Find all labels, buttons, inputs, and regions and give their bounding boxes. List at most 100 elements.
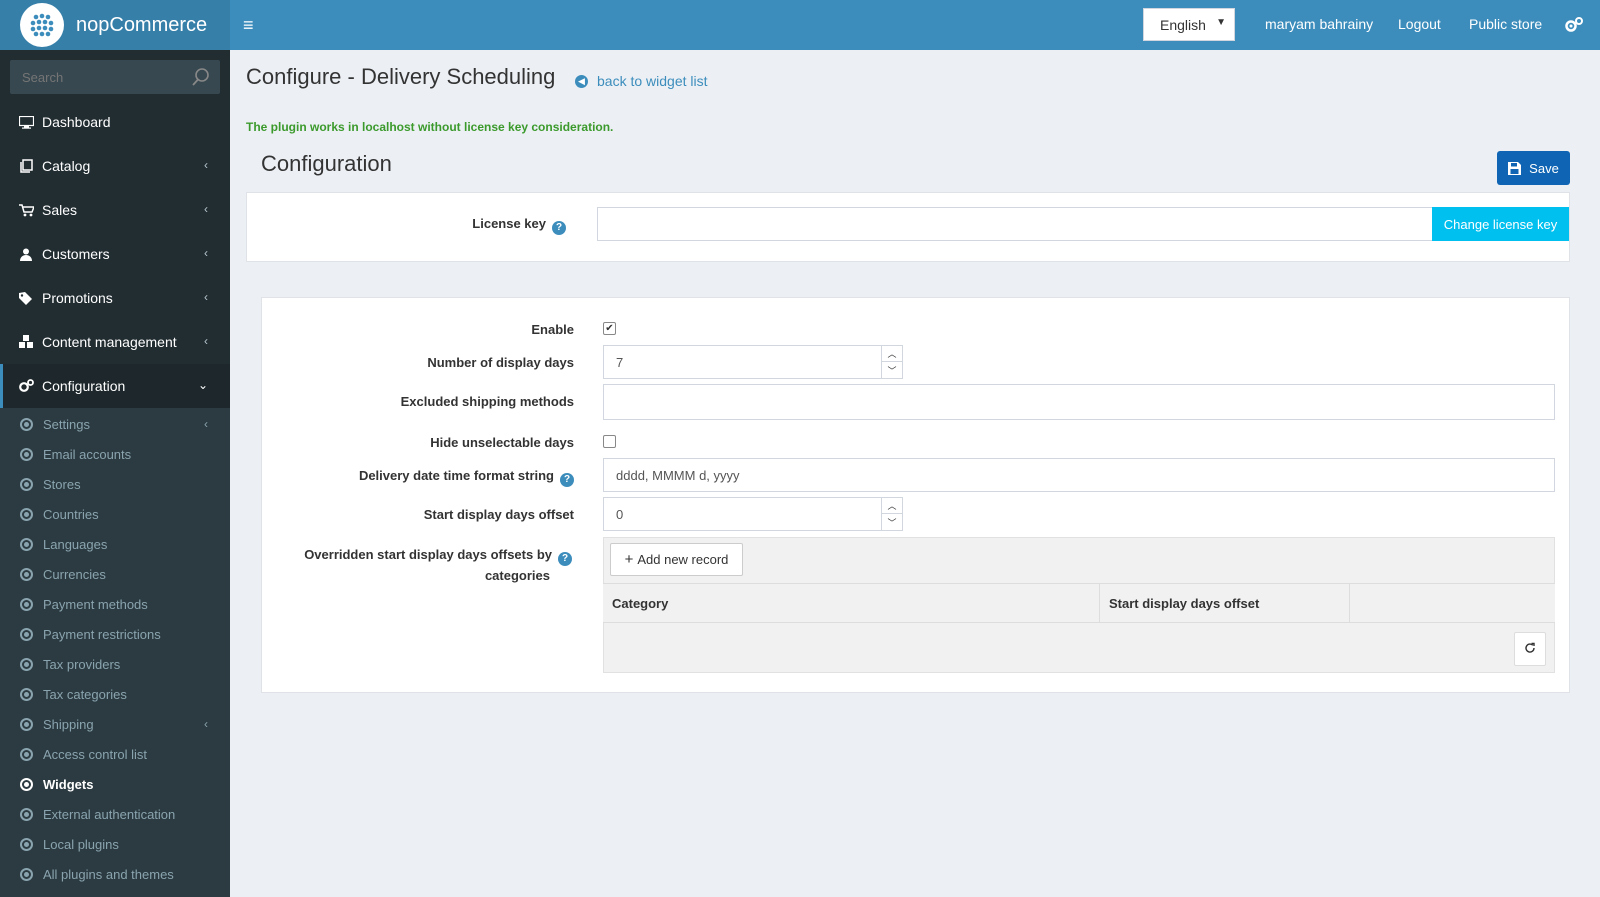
- plus-icon: +: [624, 551, 634, 568]
- logout-link[interactable]: Logout: [1398, 16, 1441, 32]
- sidebar-subitem-settings[interactable]: Settings ‹: [0, 409, 230, 439]
- circle-icon: [20, 867, 33, 881]
- format-string-input[interactable]: [603, 458, 1555, 492]
- sidebar-subitem-widgets[interactable]: Widgets: [0, 769, 230, 799]
- column-header-category[interactable]: Category: [603, 584, 1100, 622]
- chevron-up-icon[interactable]: ︿: [882, 346, 902, 362]
- subitem-label: Currencies: [43, 566, 106, 582]
- start-offset-label: Start display days offset: [423, 507, 574, 522]
- subitem-label: Payment methods: [43, 596, 148, 612]
- gears-icon[interactable]: [1564, 16, 1584, 34]
- configuration-title: Configuration: [261, 151, 392, 176]
- sidebar-item-dashboard[interactable]: Dashboard: [0, 100, 230, 144]
- help-icon[interactable]: ?: [558, 552, 572, 566]
- sidebar-toggle-icon[interactable]: ≡: [243, 15, 259, 35]
- enable-checkbox[interactable]: ✔: [603, 322, 616, 335]
- column-header-start-offset[interactable]: Start display days offset: [1100, 584, 1350, 622]
- back-link-label: back to widget list: [597, 73, 708, 89]
- excluded-shipping-input[interactable]: [603, 384, 1555, 420]
- language-select[interactable]: English ▼: [1143, 8, 1235, 41]
- format-string-label: Delivery date time format string?: [300, 468, 574, 487]
- sidebar-item-label: Sales: [42, 202, 78, 218]
- sidebar-subitem-external-authentication[interactable]: External authentication: [0, 799, 230, 829]
- change-license-key-button[interactable]: Change license key: [1432, 207, 1569, 241]
- sidebar-subitem-stores[interactable]: Stores: [0, 469, 230, 499]
- sidebar-subitem-payment-restrictions[interactable]: Payment restrictions: [0, 619, 230, 649]
- user-icon: [18, 246, 34, 262]
- refresh-button[interactable]: [1514, 632, 1546, 666]
- start-offset-input[interactable]: [603, 497, 882, 531]
- save-button[interactable]: Save: [1497, 151, 1570, 185]
- circle-icon: [20, 717, 33, 731]
- subitem-label: Settings: [43, 416, 90, 432]
- save-label: Save: [1529, 160, 1559, 176]
- desktop-icon: [18, 114, 34, 130]
- sidebar-item-sales[interactable]: Sales ‹: [0, 188, 230, 232]
- enable-label: Enable: [531, 322, 574, 337]
- license-key-label-text: License key: [472, 216, 546, 231]
- sidebar-item-label: Content management: [42, 334, 177, 350]
- sidebar-subitem-currencies[interactable]: Currencies: [0, 559, 230, 589]
- circle-icon: [20, 627, 33, 641]
- subitem-label: Tax categories: [43, 686, 127, 702]
- display-days-stepper[interactable]: ︿ ﹀: [881, 345, 903, 379]
- sidebar-item-configuration[interactable]: Configuration ⌄: [0, 364, 230, 408]
- sidebar-subitem-tax-categories[interactable]: Tax categories: [0, 679, 230, 709]
- brand-logo[interactable]: nopCommerce: [0, 0, 230, 50]
- sidebar-subitem-countries[interactable]: Countries: [0, 499, 230, 529]
- chevron-left-icon: ‹: [204, 717, 208, 731]
- nopcommerce-logo-icon: [20, 3, 64, 47]
- license-key-input[interactable]: [597, 207, 1434, 241]
- subitem-label: Countries: [43, 506, 99, 522]
- overridden-label-line2: categories: [484, 568, 550, 583]
- start-offset-stepper[interactable]: ︿ ﹀: [881, 497, 903, 531]
- add-new-record-button[interactable]: + Add new record: [610, 543, 743, 576]
- brand-name: nopCommerce: [76, 13, 208, 36]
- circle-icon: [20, 687, 33, 701]
- sidebar-subitem-all-plugins-and-themes[interactable]: All plugins and themes: [0, 859, 230, 889]
- chevron-left-icon: ‹: [204, 334, 208, 348]
- subitem-label: All plugins and themes: [43, 866, 174, 882]
- chevron-down-icon[interactable]: ﹀: [882, 362, 902, 378]
- back-to-widget-list-link[interactable]: ◀ back to widget list: [575, 73, 708, 89]
- chevron-down-icon[interactable]: ﹀: [882, 514, 902, 530]
- sidebar-subitem-email-accounts[interactable]: Email accounts: [0, 439, 230, 469]
- subitem-label: Payment restrictions: [43, 626, 161, 642]
- language-selected: English: [1160, 16, 1206, 33]
- circle-icon: [20, 447, 33, 461]
- book-icon: [18, 158, 34, 174]
- sidebar-item-catalog[interactable]: Catalog ‹: [0, 144, 230, 188]
- caret-down-icon: ▼: [1216, 17, 1226, 28]
- chevron-left-icon: ‹: [204, 202, 208, 216]
- sidebar-subitem-tax-providers[interactable]: Tax providers: [0, 649, 230, 679]
- chevron-down-icon: ⌄: [197, 378, 208, 392]
- sidebar-item-content-management[interactable]: Content management ‹: [0, 320, 230, 364]
- sidebar-subitem-access-control-list[interactable]: Access control list: [0, 739, 230, 769]
- circle-icon: [20, 747, 33, 761]
- sidebar-subitem-payment-methods[interactable]: Payment methods: [0, 589, 230, 619]
- public-store-link[interactable]: Public store: [1469, 16, 1542, 32]
- sidebar-item-label: Catalog: [42, 158, 91, 174]
- sidebar-subitem-shipping[interactable]: Shipping ‹: [0, 709, 230, 739]
- subitem-label: Shipping: [43, 716, 94, 732]
- sidebar-subitem-languages[interactable]: Languages: [0, 529, 230, 559]
- display-days-input[interactable]: [603, 345, 882, 379]
- search-input[interactable]: [10, 60, 180, 94]
- hide-unselectable-checkbox[interactable]: [603, 435, 616, 448]
- page-title: Configure - Delivery Scheduling: [246, 64, 556, 89]
- tags-icon: [18, 290, 34, 306]
- sidebar-item-promotions[interactable]: Promotions ‹: [0, 276, 230, 320]
- user-name-link[interactable]: maryam bahrainy: [1265, 16, 1373, 32]
- search-icon[interactable]: [192, 68, 210, 86]
- circle-icon: [20, 567, 33, 581]
- subitem-label: Access control list: [43, 746, 148, 762]
- chevron-up-icon[interactable]: ︿: [882, 498, 902, 514]
- help-icon[interactable]: ?: [560, 472, 574, 487]
- circle-icon: [20, 837, 33, 851]
- refresh-icon: [1524, 642, 1536, 657]
- cart-icon: [18, 202, 34, 218]
- sidebar-subitem-local-plugins[interactable]: Local plugins: [0, 829, 230, 859]
- gears-icon: [18, 378, 34, 394]
- help-icon[interactable]: ?: [552, 220, 566, 235]
- sidebar-item-customers[interactable]: Customers ‹: [0, 232, 230, 276]
